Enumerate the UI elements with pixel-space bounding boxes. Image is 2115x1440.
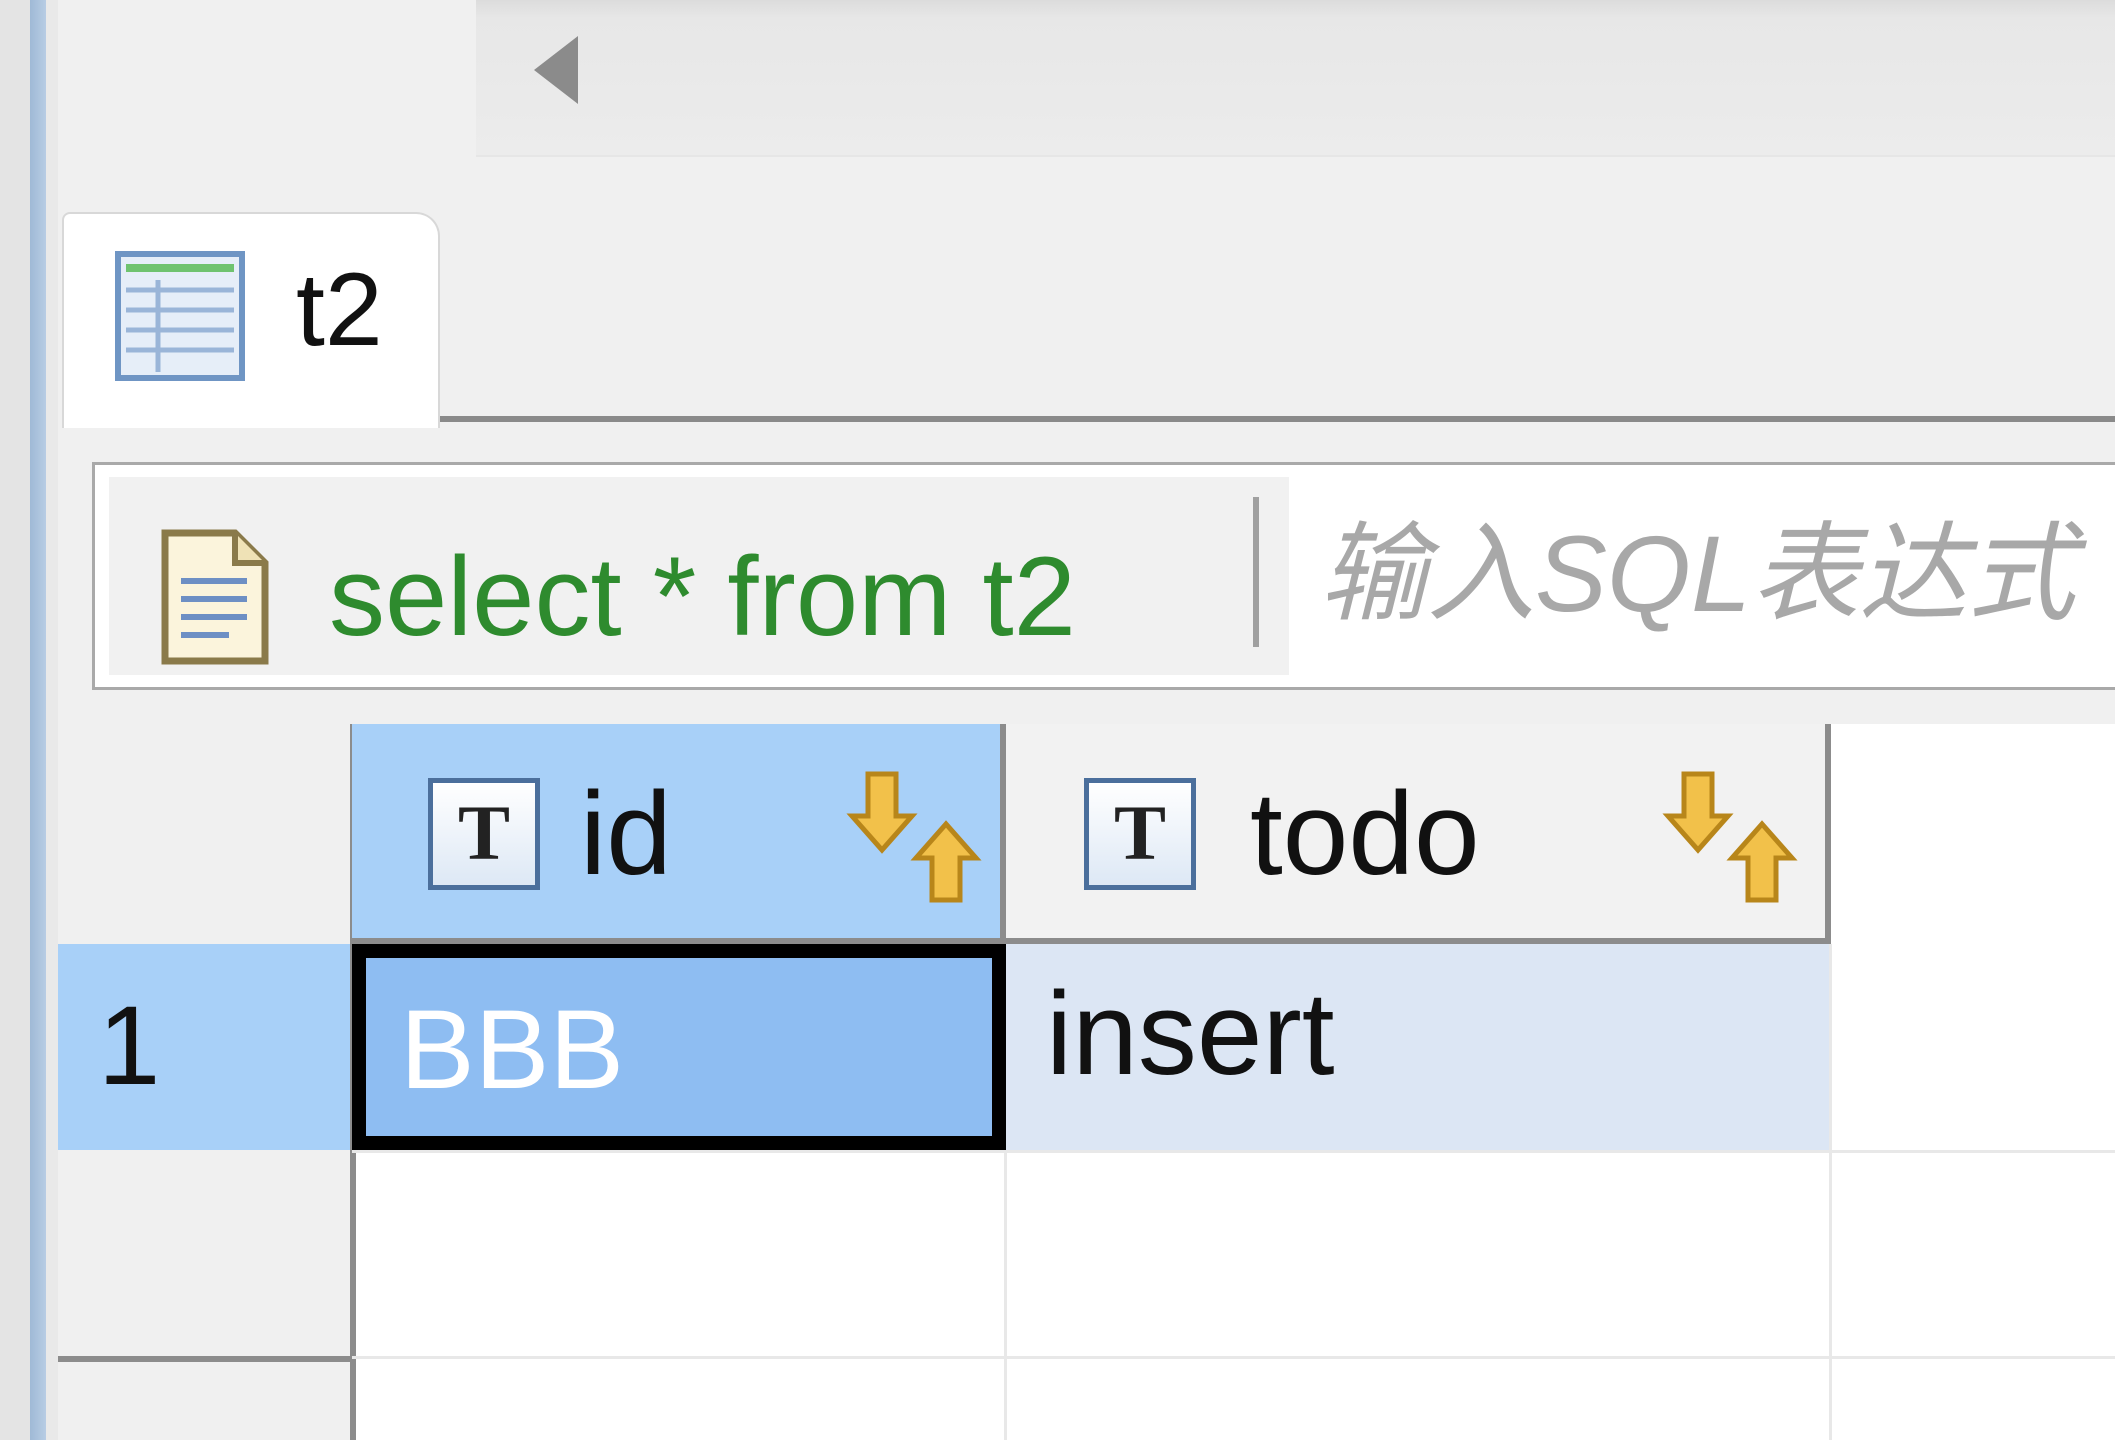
scroll-left-icon[interactable] [534, 36, 578, 104]
column-header-id[interactable]: T id [352, 724, 1006, 944]
sort-arrows-icon[interactable] [1656, 764, 1806, 914]
grid-line [1004, 1150, 1007, 1440]
results-grid: T id T todo 1 insert BBB [58, 724, 2115, 1440]
tab-t2[interactable]: t2 [62, 212, 440, 428]
sql-filter-bar: select * from t2 输入SQL表达式 [92, 462, 2115, 690]
table-cell-todo[interactable]: insert [1006, 944, 1831, 1150]
grid-line [352, 1150, 2115, 1153]
sql-query-text: select * from t2 [329, 534, 1076, 659]
grid-line [352, 1356, 2115, 1359]
document-icon [161, 529, 269, 665]
cell-value: insert [1046, 968, 1335, 1100]
text-type-icon: T [1084, 778, 1196, 890]
cell-value: BBB [400, 987, 625, 1112]
sql-expression-input[interactable]: 输入SQL表达式 [1319, 514, 2075, 634]
row-number: 1 [98, 983, 161, 1108]
tab-strip: t2 [58, 212, 2115, 428]
top-scroll-area [476, 0, 2115, 157]
row-header-1[interactable]: 1 [58, 944, 350, 1150]
column-title: id [580, 768, 672, 900]
sort-arrows-icon[interactable] [840, 764, 990, 914]
tab-underline [378, 416, 2115, 422]
text-type-icon: T [428, 778, 540, 890]
column-title: todo [1250, 768, 1480, 900]
row-header-separator [58, 1356, 350, 1362]
left-window-frame [0, 0, 58, 1440]
filter-divider [1253, 497, 1259, 647]
sql-query-chip[interactable]: select * from t2 [109, 477, 1289, 675]
column-header-todo[interactable]: T todo [1006, 724, 1831, 944]
grid-line [1829, 944, 1832, 1440]
tab-label: t2 [296, 252, 383, 368]
table-icon [115, 251, 245, 381]
table-cell-id-selected[interactable]: BBB [352, 944, 1006, 1150]
